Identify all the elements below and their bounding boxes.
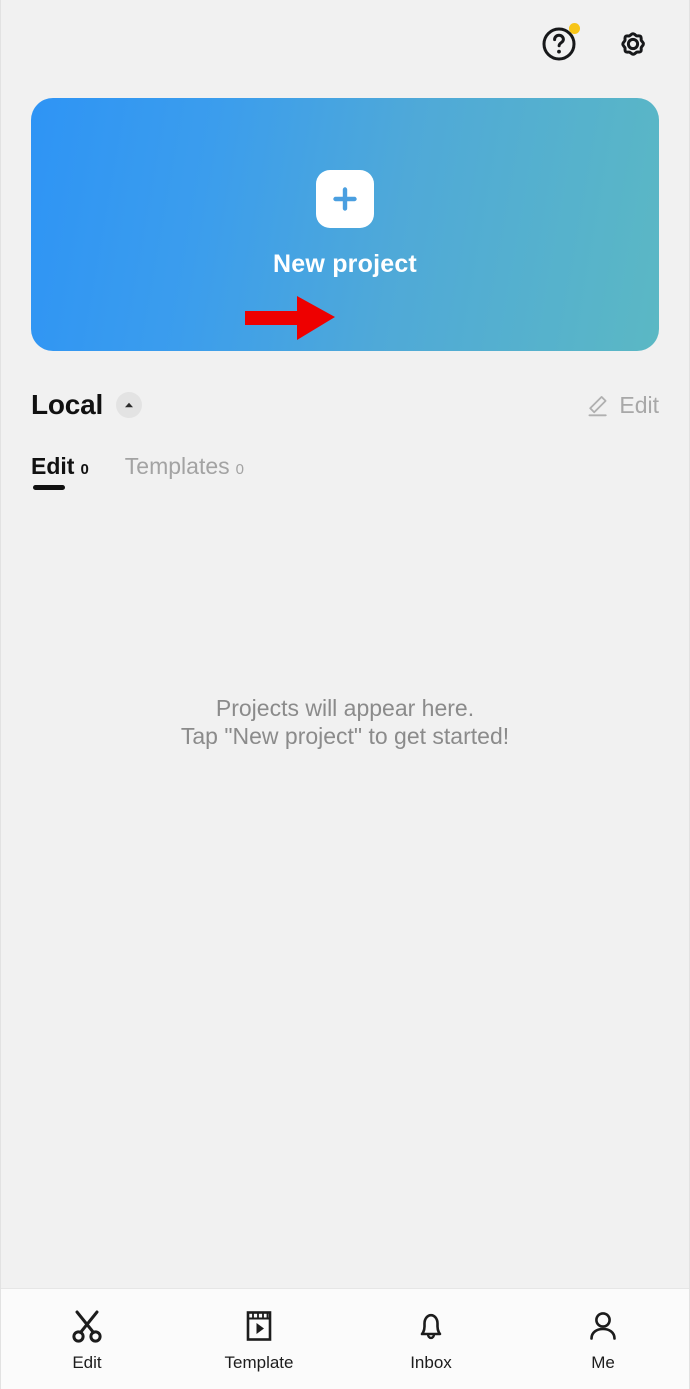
tab-templates-count: 0	[235, 461, 244, 478]
app-screen: New project Local Edit Edit 0 Templates …	[0, 0, 690, 1389]
new-project-banner-wrapper: New project	[1, 88, 689, 351]
tab-edit-count: 0	[80, 461, 89, 478]
help-button[interactable]	[537, 22, 581, 66]
nav-item-inbox-label: Inbox	[410, 1352, 452, 1372]
red-arrow-icon	[245, 296, 335, 340]
edit-projects-label: Edit	[619, 391, 659, 418]
person-icon	[584, 1306, 622, 1346]
local-section-toggle[interactable]: Local	[31, 389, 143, 421]
new-project-button[interactable]	[316, 170, 374, 228]
pencil-icon	[588, 395, 608, 416]
nav-item-template[interactable]: Template	[173, 1306, 345, 1373]
empty-state: Projects will appear here. Tap "New proj…	[1, 694, 689, 750]
nav-item-edit[interactable]: Edit	[1, 1306, 173, 1373]
edit-projects-button[interactable]: Edit	[585, 392, 659, 419]
section-title: Local	[31, 389, 104, 420]
top-bar	[1, 0, 689, 88]
nav-item-template-label: Template	[224, 1352, 294, 1372]
bottom-navigation: Edit Template Inbox Me	[1, 1288, 689, 1389]
project-list-area: Projects will appear here. Tap "New proj…	[1, 494, 689, 1288]
settings-button[interactable]	[611, 22, 655, 66]
help-notification-dot	[569, 23, 580, 34]
new-project-banner[interactable]: New project	[31, 98, 659, 351]
empty-state-line-1: Projects will appear here.	[215, 695, 475, 721]
section-header: Local Edit	[1, 351, 689, 421]
empty-state-line-2: Tap "New project" to get started!	[180, 723, 510, 750]
scissors-icon	[68, 1306, 106, 1346]
gear-icon	[621, 32, 645, 56]
tab-templates-label: Templates	[124, 453, 230, 479]
bell-icon	[412, 1306, 450, 1346]
project-tabs: Edit 0 Templates 0	[1, 421, 689, 494]
collapse-button[interactable]	[116, 392, 143, 418]
new-project-label: New project	[273, 250, 417, 278]
nav-item-me-label: Me	[591, 1352, 615, 1372]
nav-item-me[interactable]: Me	[517, 1306, 689, 1373]
plus-icon	[333, 187, 357, 211]
tab-edit[interactable]: Edit 0	[31, 453, 89, 494]
chevron-up-icon	[125, 402, 134, 408]
film-play-icon	[240, 1306, 278, 1346]
nav-item-edit-label: Edit	[72, 1352, 102, 1372]
tab-edit-label: Edit	[31, 453, 75, 479]
tab-templates[interactable]: Templates 0	[125, 453, 244, 494]
nav-item-inbox[interactable]: Inbox	[345, 1306, 517, 1373]
